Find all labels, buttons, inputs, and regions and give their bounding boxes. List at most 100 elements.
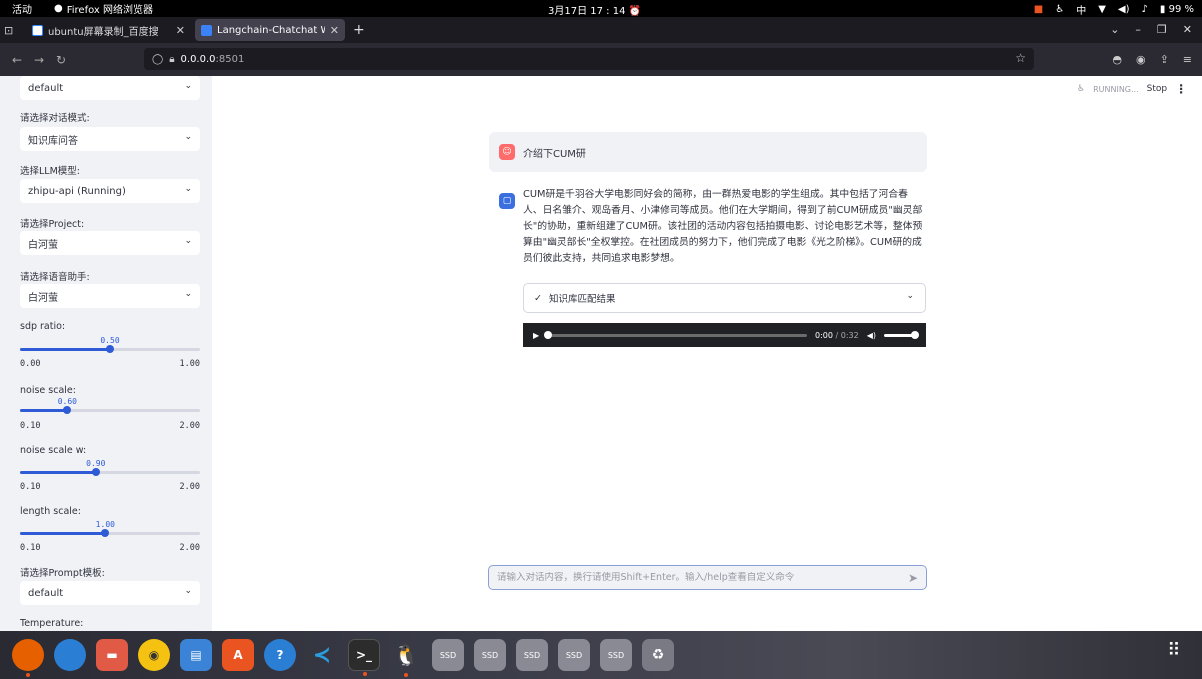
audio-progress-knob[interactable]	[544, 330, 553, 339]
ssd-drive-dock-icon[interactable]: SSD	[474, 639, 506, 671]
expander-label: 知识库匹配结果	[548, 294, 616, 305]
slider-min: 0.00	[20, 359, 41, 369]
close-icon[interactable]: ✕	[330, 24, 339, 37]
account-icon[interactable]: ◉	[1136, 53, 1146, 66]
activities-button[interactable]: 活动	[12, 1, 32, 16]
system-tray[interactable]: ■ ♿ 中 ▼ ◀) ♪ ▮ 99 %	[1034, 2, 1194, 17]
reload-icon[interactable]: ↻	[50, 53, 72, 67]
tab-langchain[interactable]: Langchain-Chatchat Web ✕	[195, 19, 345, 41]
tab-list-icon[interactable]: ⊡	[4, 24, 22, 37]
tab-title: ubuntu屏幕录制_百度搜	[48, 26, 159, 38]
slider-max: 2.00	[179, 482, 200, 492]
chat-input[interactable]	[497, 572, 908, 583]
knowledge-results-expander[interactable]: ✓ 知识库匹配结果 ⌄	[523, 283, 926, 313]
bookmark-star-icon[interactable]: ☆	[1015, 51, 1026, 65]
rhythmbox-dock-icon[interactable]: ◉	[138, 639, 170, 671]
ssd-drive-dock-icon[interactable]: SSD	[600, 639, 632, 671]
check-icon: ✓	[534, 292, 542, 304]
slider-thumb[interactable]	[106, 345, 114, 353]
chevron-down-icon: ⌄	[184, 184, 192, 194]
slider-fill	[20, 532, 106, 535]
slider-min: 0.10	[20, 421, 41, 431]
knowledge-base-select[interactable]: default ⌄	[20, 76, 200, 100]
user-message: ☺ 介绍下CUM研	[489, 132, 927, 172]
send-icon[interactable]: ➤	[908, 571, 918, 585]
prompt-label: 请选择Prompt模板:	[20, 568, 105, 579]
slider-thumb[interactable]	[63, 406, 72, 414]
terminal-dock-icon[interactable]: >_	[348, 639, 380, 676]
close-icon[interactable]: ✕	[1183, 23, 1192, 36]
project-label: 请选择Project:	[20, 219, 85, 230]
app-status: ♿ RUNNING... Stop ⋮	[1077, 82, 1187, 96]
maximize-icon[interactable]: ❐	[1157, 23, 1167, 36]
input-method-indicator[interactable]: 中	[1076, 2, 1086, 17]
slider-value: 0.50	[100, 336, 120, 345]
audio-progress-bar[interactable]	[544, 330, 807, 339]
stop-button[interactable]: Stop	[1147, 84, 1167, 94]
show-apps-icon[interactable]: ⠿	[1160, 640, 1188, 668]
forward-icon[interactable]: →	[28, 53, 50, 67]
slider-min: 0.10	[20, 543, 41, 553]
slider-range: 0.10 2.00	[20, 543, 200, 553]
firefox-dock-icon[interactable]	[12, 639, 44, 677]
window-controls: ⌄ – ❐ ✕	[1110, 23, 1192, 36]
mode-label: 请选择对话模式:	[20, 113, 90, 124]
thunderbird-dock-icon[interactable]	[54, 639, 86, 671]
files-dock-icon[interactable]: ▬	[96, 639, 128, 671]
main-menu-icon[interactable]: ⋮	[1175, 82, 1187, 96]
lock-icon[interactable]: 🔒︎	[169, 54, 174, 65]
vscode-dock-icon[interactable]: ≺	[306, 639, 338, 671]
slider-max: 1.00	[179, 359, 200, 369]
slider-max: 2.00	[179, 543, 200, 553]
prompt-select[interactable]: default ⌄	[20, 581, 200, 605]
help-dock-icon[interactable]: ?	[264, 639, 296, 671]
navigation-toolbar: ← → ↻ ◯ 🔒︎ 0.0.0.0:8501 ☆ ◓ ◉ ⇪ ≡	[0, 43, 1202, 76]
focused-app-menu[interactable]: ● Firefox 网络浏览器	[54, 1, 153, 16]
tab-baidu[interactable]: ubuntu屏幕录制_百度搜 ✕	[26, 19, 191, 41]
slider-range: 0.00 1.00	[20, 359, 200, 369]
slider-thumb[interactable]	[91, 468, 100, 476]
clock[interactable]: 3月17日 17 : 14 ⏰	[548, 2, 641, 17]
hamburger-menu-icon[interactable]: ≡	[1183, 53, 1192, 66]
writer-dock-icon[interactable]: ▤	[180, 639, 212, 671]
url-text: 0.0.0.0:8501	[181, 54, 245, 65]
chevron-down-icon: ⌄	[906, 291, 914, 301]
volume-icon[interactable]: ◀)	[867, 331, 876, 340]
ssd-drive-dock-icon[interactable]: SSD	[432, 639, 464, 671]
ssd-drive-dock-icon[interactable]: SSD	[516, 639, 548, 671]
url-bar[interactable]: ◯ 🔒︎ 0.0.0.0:8501 ☆	[144, 48, 1034, 70]
extensions-icon[interactable]: ⇪	[1160, 53, 1169, 66]
llm-select[interactable]: zhipu-api (Running) ⌄	[20, 179, 200, 203]
chevron-down-icon: ⌄	[184, 586, 192, 596]
pocket-icon[interactable]: ◓	[1112, 53, 1122, 66]
close-icon[interactable]: ✕	[176, 24, 185, 37]
slider-label: noise scale:	[20, 385, 76, 396]
slider-fill	[20, 348, 110, 351]
alarm-icon: ⏰	[628, 6, 642, 17]
slider-label: noise scale w:	[20, 445, 87, 456]
ssd-drive-dock-icon[interactable]: SSD	[558, 639, 590, 671]
focused-app-name: Firefox 网络浏览器	[66, 5, 154, 16]
project-select[interactable]: 白河萤 ⌄	[20, 231, 200, 255]
chevron-down-icon[interactable]: ⌄	[1110, 23, 1119, 36]
software-dock-icon[interactable]: A	[222, 639, 254, 671]
select-value: 白河萤	[28, 292, 58, 304]
back-icon[interactable]: ←	[6, 53, 28, 67]
slider-min: 0.10	[20, 482, 41, 492]
trash-dock-icon[interactable]: ♻	[642, 639, 674, 671]
volume-knob[interactable]	[911, 330, 919, 339]
select-value: default	[28, 587, 64, 599]
mode-select[interactable]: 知识库问答 ⌄	[20, 127, 200, 151]
system-top-bar: 活动 ● Firefox 网络浏览器 3月17日 17 : 14 ⏰ ■ ♿ 中…	[0, 0, 1202, 17]
play-icon[interactable]: ▶	[533, 331, 539, 340]
volume-slider[interactable]	[884, 330, 919, 339]
slider-thumb[interactable]	[101, 529, 110, 537]
qq-dock-icon[interactable]: 🐧	[390, 639, 422, 677]
url-port: :8501	[215, 53, 245, 65]
select-value: default	[28, 82, 64, 94]
running-indicator: RUNNING...	[1093, 84, 1139, 94]
minimize-icon[interactable]: –	[1135, 23, 1141, 36]
shield-icon[interactable]: ◯	[152, 54, 163, 65]
voice-select[interactable]: 白河萤 ⌄	[20, 284, 200, 308]
new-tab-button[interactable]: +	[353, 22, 365, 38]
